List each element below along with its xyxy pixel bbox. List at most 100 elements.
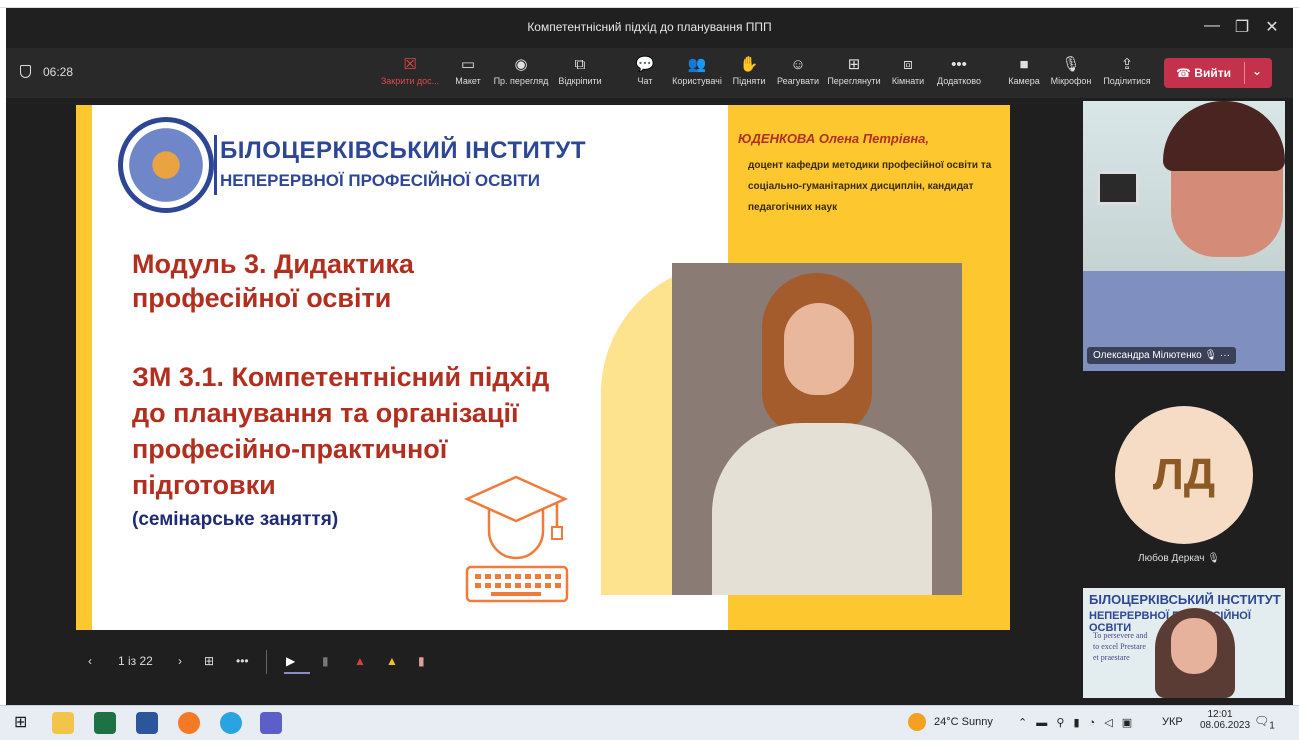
- chat-button[interactable]: 💬 Чат: [630, 54, 660, 86]
- top-strip: [0, 0, 1299, 8]
- language-indicator[interactable]: УКР: [1162, 716, 1183, 728]
- red-pen-icon[interactable]: ▲: [354, 654, 366, 668]
- video-motto: To persevere and to excel Prestare et pr…: [1093, 631, 1148, 662]
- meeting-timer: 06:28: [20, 65, 73, 79]
- minimize-button[interactable]: —: [1198, 17, 1226, 35]
- notification-icon[interactable]: 🗨1: [1254, 714, 1275, 731]
- module-title: Модуль 3. Дидактика професійної освіти: [132, 249, 414, 313]
- excel-icon[interactable]: [94, 712, 116, 734]
- tray-icons[interactable]: ⌃ ▬ ⚲ ▮ ◔ ◁ ▣: [1018, 716, 1135, 729]
- more-icon: •••: [951, 56, 967, 73]
- popout-icon: ⧉: [574, 56, 586, 73]
- photo-face: [784, 303, 854, 395]
- author-name: ЮДЕНКОВА Олена Петрівна,: [738, 131, 930, 146]
- shared-slide: БІЛОЦЕРКІВСЬКИЙ ІНСТИТУТ НЕПЕРЕРВНОЇ ПРО…: [76, 105, 1010, 630]
- rooms-icon: ⧈: [903, 56, 913, 73]
- slide-left-bar: [76, 105, 92, 630]
- meeting-stage: БІЛОЦЕРКІВСЬКИЙ ІНСТИТУТ НЕПЕРЕРВНОЇ ПРО…: [6, 98, 1293, 705]
- smile-icon: ☺: [790, 56, 806, 73]
- clock[interactable]: 12:01 08.06.2023: [1200, 709, 1251, 731]
- maximize-button[interactable]: ❐: [1228, 17, 1256, 37]
- close-button[interactable]: ✕: [1258, 17, 1286, 37]
- window-title: Компетентнісний підхід до планування ППП: [527, 20, 772, 34]
- video-monitor: [1097, 171, 1139, 205]
- mic-button[interactable]: 🎙 Мікрофон: [1048, 54, 1094, 86]
- grid-icon: ⊞: [847, 56, 861, 73]
- author-photo: [672, 263, 962, 595]
- pink-eraser-icon[interactable]: ▮: [418, 654, 425, 668]
- clock-time: 12:01: [1207, 709, 1233, 720]
- word-icon[interactable]: [136, 712, 158, 734]
- next-slide-button[interactable]: ›: [178, 654, 182, 668]
- slide-grid-button[interactable]: ⊞: [204, 654, 214, 668]
- logo-divider: [214, 135, 217, 195]
- file-explorer-icon[interactable]: [52, 712, 74, 734]
- slide-controls: ‹ 1 із 22 › ⊞ ••• ▶ ▮ ▲ ▲ ▮: [86, 648, 466, 678]
- institute-logo: [118, 117, 214, 213]
- leave-button[interactable]: ☎ Вийти ⌄: [1164, 58, 1272, 88]
- people-button[interactable]: 👥 Користувачі: [670, 54, 724, 86]
- mic-off-icon: 🎙: [1207, 553, 1220, 564]
- mic-icon: 🎙: [1061, 56, 1081, 73]
- shield-icon: [20, 65, 31, 78]
- more-icon[interactable]: ···: [1220, 350, 1230, 361]
- view-button[interactable]: ◉ Пр. перегляд: [492, 54, 550, 86]
- institute-name-line2: НЕПЕРЕРВНОЇ ПРОФЕСІЙНОЇ ОСВІТИ: [220, 171, 541, 190]
- firefox-icon[interactable]: [178, 712, 200, 734]
- mic-off-icon: 🎙: [1204, 350, 1218, 361]
- participant-name-tag: Любов Деркач 🎙: [1138, 553, 1220, 564]
- meeting-toolbar: 06:28 ☒ Закрити дос... ▭ Макет ◉ Пр. перегл…: [6, 48, 1293, 98]
- layout-button[interactable]: ▭ Макет: [450, 54, 486, 86]
- camera-icon: ■: [1019, 56, 1029, 73]
- session-type: (семінарське заняття): [132, 509, 339, 530]
- graduation-keyboard-icon: [463, 475, 569, 603]
- teams-icon[interactable]: [260, 712, 282, 734]
- institute-name-line1: БІЛОЦЕРКІВСЬКИЙ ІНСТИТУТ: [220, 137, 586, 164]
- weather-text[interactable]: 24°C Sunny: [934, 716, 993, 728]
- view-switch-button[interactable]: ⊞ Переглянути: [826, 54, 882, 86]
- highlighter-icon[interactable]: ▲: [386, 654, 398, 668]
- chat-icon: 💬: [635, 56, 655, 73]
- raise-hand-button[interactable]: ✋ Підняти: [730, 54, 768, 86]
- people-icon: 👥: [687, 56, 707, 73]
- author-position: доцент кафедри методики професійної осві…: [748, 160, 992, 213]
- react-button[interactable]: ☺ Реагувати: [776, 54, 820, 86]
- layout-icon: ▭: [460, 56, 476, 73]
- eraser-icon[interactable]: ▮: [322, 654, 329, 668]
- camera-button[interactable]: ■ Камера: [1006, 54, 1042, 86]
- close-share-icon: ☒: [403, 56, 417, 73]
- windows-start-icon[interactable]: ⊞: [14, 712, 36, 734]
- pointer-selected-indicator: [284, 672, 310, 674]
- leave-label: ☎ Вийти: [1176, 66, 1231, 80]
- controls-divider: [266, 650, 267, 674]
- slide-more-button[interactable]: •••: [236, 654, 249, 668]
- sun-icon: [908, 713, 926, 731]
- leave-separator: [1244, 62, 1245, 84]
- eye-icon: ◉: [514, 56, 528, 73]
- screen: Компетентнісний підхід до планування ППП…: [0, 0, 1299, 740]
- pointer-icon[interactable]: ▶: [286, 654, 295, 668]
- participant-video-1[interactable]: Олександра Мілютенко 🎙 ···: [1083, 101, 1285, 371]
- slide-counter: 1 із 22: [118, 654, 153, 668]
- participant-name-tag: Олександра Мілютенко 🎙 ···: [1087, 347, 1236, 364]
- share-icon: ⇪: [1120, 56, 1134, 73]
- close-share-button[interactable]: ☒ Закрити дос...: [378, 54, 442, 86]
- popout-button[interactable]: ⧉ Відкріпити: [554, 54, 606, 86]
- title-bar: Компетентнісний підхід до планування ППП…: [6, 8, 1293, 48]
- teams-window: Компетентнісний підхід до планування ППП…: [6, 8, 1293, 705]
- chevron-down-icon[interactable]: ⌄: [1252, 64, 1262, 78]
- participant-video-3[interactable]: БІЛОЦЕРКІВСЬКИЙ ІНСТИТУТ НЕПЕРЕРВНОЇ ПРО…: [1083, 588, 1285, 698]
- video-person-face: [1171, 618, 1217, 674]
- rooms-button[interactable]: ⧈ Кімнати: [888, 54, 928, 86]
- participant-avatar[interactable]: ЛД: [1115, 406, 1253, 544]
- timer-text: 06:28: [43, 65, 74, 79]
- share-button[interactable]: ⇪ Поділитися: [1100, 54, 1154, 86]
- video-banner-line1: БІЛОЦЕРКІВСЬКИЙ ІНСТИТУТ: [1089, 592, 1281, 607]
- windows-taskbar: ⊞ 24°C Sunny ⌃ ▬ ⚲ ▮ ◔ ◁ ▣ УКР 12:01 08.…: [0, 705, 1299, 740]
- telegram-icon[interactable]: [220, 712, 242, 734]
- more-button[interactable]: ••• Додатково: [934, 54, 984, 86]
- prev-slide-button[interactable]: ‹: [88, 654, 92, 668]
- clock-date: 08.06.2023: [1200, 720, 1251, 731]
- phone-icon: ☎: [1176, 66, 1195, 80]
- hand-icon: ✋: [739, 56, 759, 73]
